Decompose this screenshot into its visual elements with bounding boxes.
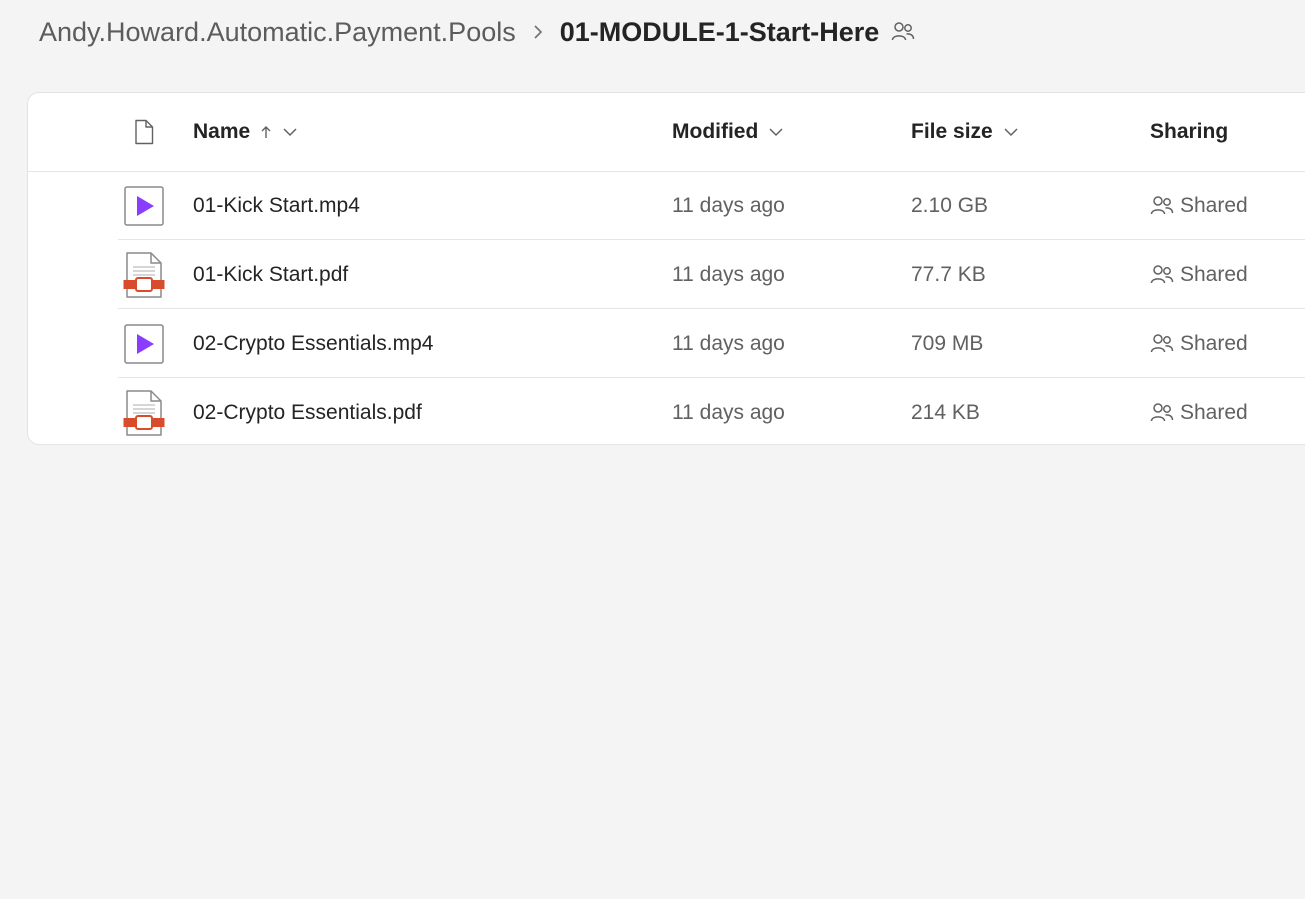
column-header-modified[interactable]: Modified	[672, 93, 784, 171]
file-sharing-status[interactable]: Shared	[1150, 310, 1248, 378]
column-header-file-size-label: File size	[911, 120, 993, 143]
people-icon	[1150, 195, 1174, 217]
file-modified: 11 days ago	[672, 263, 785, 286]
file-name[interactable]: 01-Kick Start.pdf	[193, 241, 348, 309]
file-list-header: Name Modified File size Sharing	[28, 93, 1305, 172]
file-icon[interactable]	[123, 93, 165, 171]
file-row[interactable]: 01-Kick Start.mp4 11 days ago 2.10 GB Sh…	[118, 172, 1305, 240]
chevron-down-icon[interactable]	[1003, 127, 1019, 137]
sharing-label: Shared	[1180, 194, 1248, 217]
file-size: 2.10 GB	[911, 194, 989, 217]
column-header-sharing[interactable]: Sharing	[1150, 93, 1228, 171]
people-icon	[1150, 402, 1174, 424]
file-row[interactable]: 01-Kick Start.pdf 11 days ago 77.7 KB Sh…	[118, 241, 1305, 309]
file-list: Name Modified File size Sharing 01-Kick …	[27, 92, 1305, 445]
file-size: 77.7 KB	[911, 263, 986, 286]
chevron-down-icon[interactable]	[282, 127, 298, 137]
file-size: 709 MB	[911, 332, 984, 355]
column-header-name-label: Name	[193, 120, 251, 143]
sharing-label: Shared	[1180, 263, 1248, 286]
pdf-file-icon	[123, 379, 165, 444]
column-header-file-size[interactable]: File size	[911, 93, 1019, 171]
file-row[interactable]: 02-Crypto Essentials.mp4 11 days ago 709…	[118, 310, 1305, 378]
people-icon	[1150, 333, 1174, 355]
breadcrumb: Andy.Howard.Automatic.Payment.Pools 01-M…	[39, 14, 915, 50]
file-sharing-status[interactable]: Shared	[1150, 379, 1248, 444]
video-file-icon	[123, 172, 165, 240]
chevron-right-icon	[516, 24, 560, 40]
people-icon	[1150, 264, 1174, 286]
file-name[interactable]: 02-Crypto Essentials.pdf	[193, 379, 422, 444]
column-header-modified-label: Modified	[672, 120, 759, 143]
chevron-down-icon[interactable]	[768, 127, 784, 137]
file-sharing-status[interactable]: Shared	[1150, 172, 1248, 240]
file-name[interactable]: 02-Crypto Essentials.mp4	[193, 310, 433, 378]
video-file-icon	[123, 310, 165, 378]
file-name[interactable]: 01-Kick Start.mp4	[193, 172, 360, 240]
file-size: 214 KB	[911, 401, 980, 424]
file-modified: 11 days ago	[672, 194, 785, 217]
sharing-label: Shared	[1180, 401, 1248, 424]
column-header-name[interactable]: Name	[193, 93, 298, 171]
people-icon[interactable]	[891, 21, 915, 43]
sort-ascending-icon	[260, 124, 272, 140]
file-modified: 11 days ago	[672, 401, 785, 424]
pdf-file-icon	[123, 241, 165, 309]
file-row[interactable]: 02-Crypto Essentials.pdf 11 days ago 214…	[118, 379, 1305, 444]
breadcrumb-current-folder: 01-MODULE-1-Start-Here	[559, 16, 880, 47]
file-sharing-status[interactable]: Shared	[1150, 241, 1248, 309]
breadcrumb-parent-link[interactable]: Andy.Howard.Automatic.Payment.Pools	[39, 17, 516, 48]
file-modified: 11 days ago	[672, 332, 785, 355]
sharing-label: Shared	[1180, 332, 1248, 355]
column-header-sharing-label: Sharing	[1150, 120, 1229, 143]
